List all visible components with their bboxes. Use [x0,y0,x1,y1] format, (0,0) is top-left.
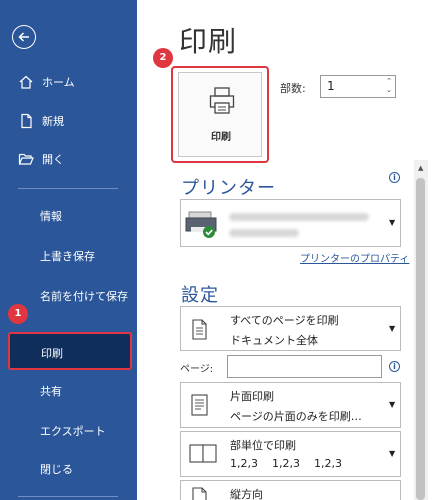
collated-icon [189,444,217,463]
collate-dropdown[interactable]: 部単位で印刷 1,2,3 1,2,3 1,2,3 ▼ [180,431,401,477]
info-icon[interactable]: i [389,172,400,183]
print-button-face: 印刷 [178,72,262,157]
nav-print-label: 印刷 [41,347,63,360]
open-folder-icon [18,153,34,165]
nav-new-label: 新規 [42,115,64,128]
back-button[interactable] [12,25,36,49]
print-button[interactable]: 印刷 [171,66,269,163]
printer-properties-link[interactable]: プリンターのプロパティ [300,250,409,265]
nav-open-label: 開く [42,153,64,166]
info-icon[interactable]: i [389,361,400,372]
nav-save-as[interactable]: 名前を付けて保存 [40,289,130,304]
print-panel: 印刷 2 印刷 部数: 1 ⌃ ⌄ プリンター i ▼ プリンターのプロパティ … [137,0,445,500]
nav-close[interactable]: 閉じる [40,462,130,477]
nav-export[interactable]: エクスポート [40,424,130,439]
new-document-icon [21,113,32,129]
home-icon [19,75,33,89]
printer-heading: プリンター [181,178,276,199]
nav-new[interactable]: 新規 [0,112,137,130]
collate-subtitle: 1,2,3 1,2,3 1,2,3 [230,457,342,470]
sides-dropdown[interactable]: 片面印刷 ページの片面のみを印刷… ▼ [180,382,401,428]
pages-label: ページ: [180,364,214,375]
printer-select[interactable]: ▼ [180,199,401,247]
print-range-dropdown[interactable]: すべてのページを印刷 ドキュメント全体 ▼ [180,306,401,351]
orientation-dropdown[interactable]: 縦方向 [180,480,401,500]
orientation-title: 縦方向 [230,488,263,500]
nav-home-label: ホーム [42,76,75,89]
scrollbar-thumb[interactable] [416,178,425,500]
copies-value: 1 [327,79,335,93]
sidebar-divider [18,496,118,497]
sides-subtitle: ページの片面のみを印刷… [230,410,362,423]
printer-icon [209,87,235,114]
print-range-subtitle: ドキュメント全体 [230,334,318,347]
printer-status-redacted [229,229,299,237]
scroll-up-icon[interactable]: ▲ [418,164,423,172]
collate-title: 部単位で印刷 [230,439,296,452]
back-arrow-icon [18,32,29,42]
pages-input[interactable] [227,355,382,378]
printer-name-redacted [229,213,369,221]
chevron-down-icon: ▼ [389,324,396,333]
chevron-down-icon: ▼ [389,449,396,458]
nav-print[interactable]: 印刷 [8,332,132,370]
copies-label: 部数: [280,82,306,95]
nav-save[interactable]: 上書き保存 [40,249,130,264]
settings-heading: 設定 [181,285,219,306]
pages-icon [192,319,207,340]
print-range-title: すべてのページを印刷 [230,314,339,327]
step-badge-2: 2 [153,48,173,68]
print-button-label: 印刷 [211,132,231,143]
backstage-sidebar: ホーム 新規 開く 情報 上書き保存 名前を付けて保存 1 印刷 共有 エクスポ… [0,0,137,500]
single-sided-icon [191,394,208,416]
nav-share[interactable]: 共有 [40,384,130,399]
nav-open[interactable]: 開く [0,150,137,168]
page-title: 印刷 [179,25,238,58]
copies-stepper[interactable]: ⌃ ⌄ [386,77,392,95]
chevron-down-icon: ▼ [389,400,396,409]
printer-device-icon [185,211,217,238]
nav-home[interactable]: ホーム [0,73,137,91]
sidebar-divider [18,188,118,189]
portrait-icon [192,487,207,500]
nav-info[interactable]: 情報 [40,209,130,224]
sides-title: 片面印刷 [230,390,274,403]
step-badge-1: 1 [8,304,28,324]
chevron-down-icon: ▼ [389,218,396,227]
copies-input[interactable]: 1 ⌃ ⌄ [320,75,396,98]
